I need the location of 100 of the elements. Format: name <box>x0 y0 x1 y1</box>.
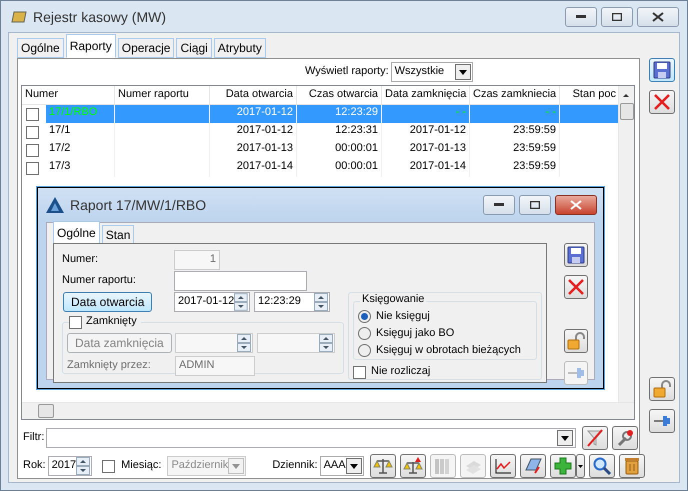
toolbar-button[interactable] <box>400 454 426 478</box>
time-field[interactable] <box>257 333 335 353</box>
report-number: 17/1 <box>49 124 70 136</box>
filter-field[interactable] <box>46 428 576 448</box>
row-checkbox[interactable] <box>26 126 39 138</box>
caret-icon <box>561 436 570 440</box>
spinner-arrows[interactable] <box>314 293 328 311</box>
column-header[interactable]: Data zamknięcia <box>382 86 470 104</box>
scroll-thumb[interactable] <box>620 103 634 120</box>
table-cell: 2017-01-14 <box>382 159 470 177</box>
maximize-button[interactable] <box>601 7 633 27</box>
filter-settings-button[interactable] <box>612 426 638 450</box>
line-chart-icon <box>492 456 513 476</box>
time-field[interactable]: 12:23:29 <box>254 292 330 312</box>
checkbox[interactable] <box>69 316 82 328</box>
filter-label: Wyświetl raporty: <box>305 65 389 79</box>
search-button[interactable] <box>588 454 615 478</box>
column-header[interactable]: Data otwarcia <box>210 86 297 104</box>
clear-filter-button[interactable] <box>582 426 608 450</box>
minimize-button[interactable] <box>565 7 597 27</box>
table-cell: 2017-01-13 <box>210 141 297 159</box>
save-icon <box>566 245 586 265</box>
tab[interactable]: Ogólne <box>53 221 100 245</box>
minimize-button[interactable] <box>483 195 515 215</box>
column-header[interactable]: Numer <box>22 86 115 104</box>
filter-label: Filtr: <box>23 431 44 445</box>
field-label: Numer: <box>62 253 100 267</box>
tab[interactable]: Atrybuty <box>214 38 266 58</box>
tab[interactable]: Ogólne <box>17 38 64 58</box>
spinner-arrows[interactable] <box>237 334 251 352</box>
scales-icon <box>372 456 393 476</box>
save-button[interactable] <box>564 243 588 267</box>
row-checkbox[interactable] <box>26 144 39 156</box>
spinner-arrows[interactable] <box>234 293 248 311</box>
spinner-arrows[interactable] <box>76 457 90 475</box>
report-number: 17/1/RBO <box>49 106 98 118</box>
caret-icon <box>232 464 240 468</box>
table-cell: 23:59:59 <box>470 141 560 159</box>
journal-dropdown[interactable]: AAA <box>320 456 364 476</box>
lock-button[interactable] <box>564 329 588 353</box>
scroll-thumb[interactable] <box>38 404 54 418</box>
row-checkbox[interactable] <box>26 162 39 174</box>
tab[interactable]: Operacje <box>118 38 174 58</box>
app-icon <box>11 11 27 23</box>
date-field[interactable] <box>175 333 253 353</box>
minimize-icon <box>494 203 504 207</box>
save-button[interactable] <box>649 58 675 82</box>
spinner-arrows[interactable] <box>319 334 333 352</box>
radio-label: Nie księguj <box>376 310 430 324</box>
table-cell: 2017-01-12 <box>382 123 470 141</box>
window-title: Rejestr kasowy (MW) <box>33 8 166 26</box>
padlock-icon <box>652 379 672 399</box>
open-date-button[interactable]: Data otwarcia <box>63 292 152 312</box>
dialog-title: Raport 17/MW/1/RBO <box>70 196 206 214</box>
field-label: Zamknięty przez: <box>67 359 152 373</box>
report-dropdown[interactable]: Wszystkie <box>390 62 473 82</box>
close-button[interactable] <box>555 195 597 215</box>
padlock-icon <box>566 331 586 351</box>
horizontal-scrollbar[interactable] <box>22 402 634 419</box>
date-field[interactable]: 2017-01-12 <box>174 292 250 312</box>
lock-button[interactable] <box>649 377 675 401</box>
toolbar-button[interactable] <box>490 454 516 478</box>
close-button[interactable] <box>637 7 679 27</box>
tab[interactable]: Stan <box>102 225 134 245</box>
radio-button[interactable] <box>358 310 371 323</box>
column-header[interactable]: Czas otwarcia <box>297 86 382 104</box>
table-cell: - - <box>382 105 470 123</box>
clear-filter-icon <box>585 428 606 448</box>
maximize-button[interactable] <box>519 195 551 215</box>
toolbar-button[interactable] <box>520 454 546 478</box>
radio-button[interactable] <box>358 327 371 340</box>
row-checkbox[interactable] <box>26 108 39 120</box>
add-button[interactable] <box>550 454 576 478</box>
table-cell: 12:23:29 <box>297 105 382 123</box>
toolbar-button[interactable] <box>370 454 396 478</box>
column-header[interactable]: Czas zamkniecia <box>470 86 560 104</box>
radio-button[interactable] <box>358 344 371 357</box>
caret-icon <box>578 464 583 468</box>
scales-arrow-icon <box>402 456 423 476</box>
radio-label: Księguj jako BO <box>376 326 454 340</box>
tab[interactable]: Raporty <box>66 34 116 58</box>
checkbox-label: Miesiąc: <box>121 459 162 473</box>
cancel-icon <box>652 92 672 112</box>
dropdown-button[interactable] <box>576 454 585 478</box>
radio-label: Księguj w obrotach bieżących <box>376 344 521 358</box>
search-icon <box>592 456 612 476</box>
pin-button[interactable] <box>649 409 675 433</box>
cancel-button[interactable] <box>649 90 675 114</box>
close-icon <box>570 200 582 210</box>
delete-button[interactable] <box>618 454 645 478</box>
year-field[interactable]: 2017 <box>48 456 92 476</box>
table-cell: 2017-01-13 <box>382 141 470 159</box>
report-number-field[interactable] <box>174 271 307 291</box>
cancel-button[interactable] <box>564 275 588 299</box>
vertical-scrollbar[interactable] <box>618 86 634 403</box>
table-cell: 2017-01-14 <box>210 159 297 177</box>
checkbox[interactable] <box>353 366 366 378</box>
caret-icon <box>458 70 467 74</box>
column-header[interactable]: Numer raportu <box>115 86 210 104</box>
tab[interactable]: Ciągi <box>176 38 212 58</box>
